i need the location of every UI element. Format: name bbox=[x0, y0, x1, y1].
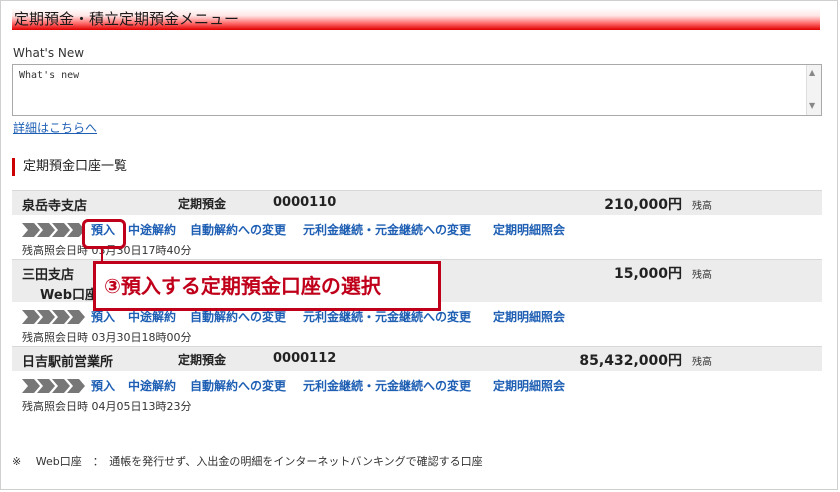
account-branch: 泉岳寺支店 bbox=[22, 199, 88, 214]
account-number: 0000110 bbox=[273, 195, 337, 210]
scroll-up-icon[interactable]: ▲ bbox=[809, 68, 815, 77]
account-type: 定期預金 bbox=[178, 197, 227, 211]
arrow-chevrons-icon bbox=[22, 223, 85, 237]
scroll-down-icon[interactable]: ▼ bbox=[809, 101, 815, 110]
detail-inquiry-link[interactable]: 定期明細照会 bbox=[493, 377, 565, 394]
deposit-link[interactable]: 預入 bbox=[91, 377, 115, 394]
account-actions: 預入 中途解約 自動解約への変更 元利金継続・元金継続への変更 定期明細照会 bbox=[12, 215, 822, 243]
section-heading: 定期預金口座一覧 bbox=[12, 158, 127, 176]
balance-label: 残高 bbox=[692, 270, 712, 281]
account-branch: 三田支店 bbox=[22, 268, 75, 283]
whats-new-content: What's new bbox=[19, 70, 80, 81]
continue-change-link[interactable]: 元利金継続・元金継続への変更 bbox=[303, 377, 471, 394]
arrow-chevrons-icon bbox=[22, 379, 85, 393]
account-balance: 85,432,000円 bbox=[579, 353, 682, 369]
deposit-highlight-box bbox=[82, 219, 126, 249]
page-title: 定期預金・積立定期預金メニュー bbox=[12, 8, 820, 30]
balance-label: 残高 bbox=[692, 357, 712, 368]
account-number: 0000112 bbox=[273, 351, 337, 366]
account-header: 泉岳寺支店 定期預金 0000110 210,000円 残高 bbox=[12, 191, 822, 215]
whats-new-textarea[interactable]: What's new ▲ ▼ bbox=[12, 64, 822, 116]
whats-new-label: What's New bbox=[13, 46, 85, 60]
instruction-callout: ③預入する定期預金口座の選択 bbox=[93, 261, 441, 311]
balance-date: 残高照会日時 03月30日18時00分 bbox=[22, 331, 192, 344]
balance-date: 残高照会日時 04月05日13時23分 bbox=[22, 400, 192, 413]
arrow-chevrons-icon bbox=[22, 310, 85, 324]
detail-inquiry-link[interactable]: 定期明細照会 bbox=[493, 221, 565, 238]
cancel-link[interactable]: 中途解約 bbox=[128, 377, 176, 394]
continue-change-link[interactable]: 元利金継続・元金継続への変更 bbox=[303, 221, 471, 238]
account-balance: 210,000円 bbox=[604, 197, 682, 213]
footnote: ※ Web口座 ： 通帳を発行せず、入出金の明細をインターネットバンキングで確認… bbox=[12, 455, 483, 468]
account-balance: 15,000円 bbox=[613, 266, 682, 282]
callout-connector bbox=[101, 249, 103, 261]
balance-label: 残高 bbox=[692, 201, 712, 212]
cancel-link[interactable]: 中途解約 bbox=[128, 221, 176, 238]
auto-change-link[interactable]: 自動解約への変更 bbox=[190, 221, 286, 238]
account-type: 定期預金 bbox=[178, 353, 227, 367]
account-branch: 日吉駅前営業所 bbox=[22, 355, 114, 370]
account-row: 日吉駅前営業所 定期預金 0000112 85,432,000円 残高 預入 中… bbox=[12, 346, 822, 415]
whats-new-scrollbar[interactable]: ▲ ▼ bbox=[806, 65, 821, 115]
account-subtype: Web口座 bbox=[40, 288, 98, 303]
balance-date: 残高照会日時 03月30日17時40分 bbox=[22, 244, 192, 257]
auto-change-link[interactable]: 自動解約への変更 bbox=[190, 377, 286, 394]
account-actions: 預入 中途解約 自動解約への変更 元利金継続・元金継続への変更 定期明細照会 bbox=[12, 371, 822, 399]
account-row: 泉岳寺支店 定期預金 0000110 210,000円 残高 預入 中途解約 自… bbox=[12, 190, 822, 259]
detail-inquiry-link[interactable]: 定期明細照会 bbox=[493, 308, 565, 325]
details-link[interactable]: 詳細はこちらへ bbox=[13, 119, 97, 136]
account-header: 日吉駅前営業所 定期預金 0000112 85,432,000円 残高 bbox=[12, 347, 822, 371]
